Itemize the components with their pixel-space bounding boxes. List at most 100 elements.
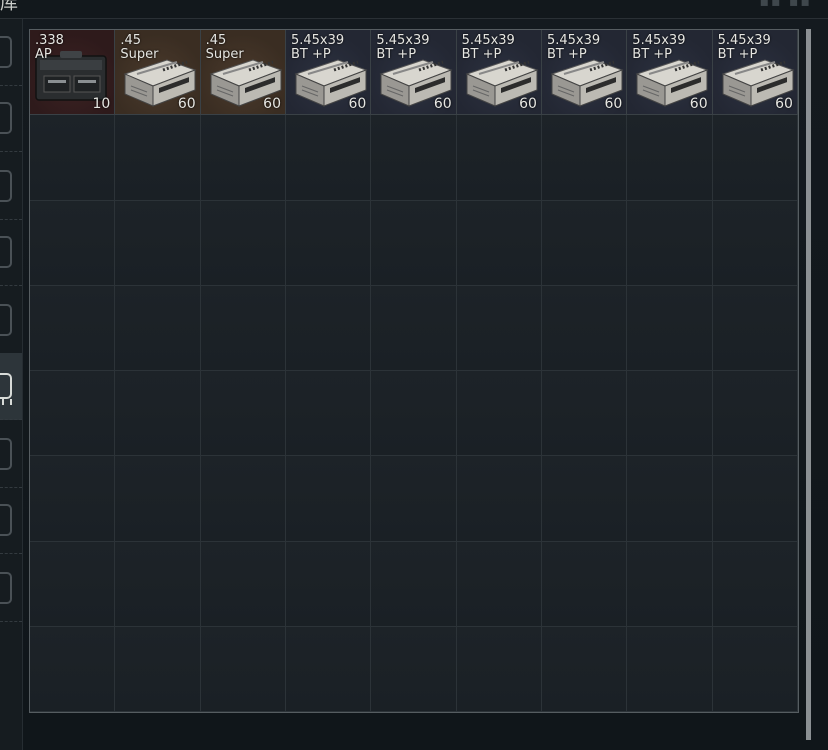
grid-cell[interactable] [712,200,798,286]
grid-cell[interactable] [200,456,286,542]
grid-cell[interactable] [627,626,713,712]
grid-cells [30,30,798,712]
grid-cell[interactable] [285,626,372,712]
sidebar-tab-8[interactable] [0,487,22,554]
grid-cell[interactable] [627,200,713,286]
grid-cell[interactable] [200,626,286,712]
item-count: 60 [519,96,537,112]
grid-cell[interactable] [200,541,286,627]
grid-cell[interactable] [371,456,457,542]
grid-cell[interactable] [30,285,116,371]
item-name: 5.45x39 BT +P [632,33,686,62]
item-row: .338 AP 10 .45 Super 60 .45 Super 60 5.45x3… [30,30,798,115]
grid-cell[interactable] [456,285,542,371]
grid-cell[interactable] [200,115,286,201]
grid-cell[interactable] [115,115,201,201]
grid-cell[interactable] [541,541,628,627]
grid-cell[interactable] [627,456,713,542]
grid-cell[interactable] [371,541,457,627]
stash-item[interactable]: .338 AP 10 [30,30,116,115]
grid-cell[interactable] [371,115,457,201]
grid-cell[interactable] [200,371,286,457]
grid-cell[interactable] [115,626,201,712]
grid-cell[interactable] [371,285,457,371]
item-name: .338 AP [35,33,64,62]
grid-cell[interactable] [541,200,628,286]
stash-item[interactable]: 5.45x39 BT +P 60 [712,30,798,115]
grid-cell[interactable] [541,371,628,457]
category-icon [0,304,12,336]
sidebar-tab-7[interactable] [0,421,22,488]
grid-cell[interactable] [541,285,628,371]
grid-cell[interactable] [285,541,372,627]
stash-item[interactable]: 5.45x39 BT +P 60 [456,30,542,115]
grid-cell[interactable] [712,541,798,627]
grid-cell[interactable] [30,115,116,201]
grid-cell[interactable] [30,456,116,542]
grid-cell[interactable] [712,626,798,712]
grid-cell[interactable] [115,541,201,627]
grid-cell[interactable] [712,371,798,457]
sidebar-tab-5[interactable] [0,287,22,354]
grid-cell[interactable] [30,371,116,457]
grid-cell[interactable] [712,285,798,371]
sidebar-tab-9[interactable] [0,555,22,622]
grid-cell[interactable] [627,115,713,201]
grid-cell[interactable] [115,285,201,371]
grid-cell[interactable] [285,456,372,542]
header-title: 库 [0,0,18,14]
grid-cell[interactable] [541,626,628,712]
grid-cell[interactable] [30,200,116,286]
grid-cell[interactable] [456,371,542,457]
item-name: .45 Super [120,33,159,62]
grid-cell[interactable] [115,200,201,286]
sidebar-tab-3[interactable] [0,153,22,220]
grid-cell[interactable] [200,200,286,286]
category-icon [0,102,12,134]
stash-item[interactable]: .45 Super 60 [200,30,286,115]
grid-cell[interactable] [371,626,457,712]
grid-cell[interactable] [200,285,286,371]
stash-item[interactable]: 5.45x39 BT +P 60 [541,30,628,115]
grid-cell[interactable] [30,541,116,627]
stash-item[interactable]: .45 Super 60 [115,30,201,115]
grid-cell[interactable] [115,371,201,457]
sidebar-tab-2[interactable] [0,85,22,152]
grid-cell[interactable] [456,541,542,627]
grid-cell[interactable] [456,456,542,542]
grid-cell[interactable] [627,285,713,371]
grid-cell[interactable] [541,115,628,201]
item-count: 60 [775,96,793,112]
stash-item[interactable]: 5.45x39 BT +P 60 [627,30,713,115]
category-icon [0,572,12,604]
sidebar-tab-4[interactable] [0,219,22,286]
grid-cell[interactable] [712,456,798,542]
grid-cell[interactable] [285,115,372,201]
stash-item[interactable]: 5.45x39 BT +P 60 [371,30,457,115]
window-controls-icon[interactable]: ▪▪ ▪▪ [760,0,812,10]
grid-cell[interactable] [285,371,372,457]
scrollbar-track[interactable] [806,29,811,740]
grid-cell[interactable] [115,456,201,542]
grid-cell[interactable] [285,285,372,371]
grid-cell[interactable] [371,371,457,457]
grid-cell[interactable] [371,200,457,286]
grid-cell[interactable] [456,115,542,201]
sidebar-tab-1[interactable] [0,19,22,86]
grid-cell[interactable] [30,626,116,712]
category-icon [0,504,12,536]
grid-cell[interactable] [456,626,542,712]
category-icon [0,438,12,470]
sidebar-tab-6[interactable] [0,353,22,420]
scrollbar-thumb[interactable] [806,29,811,740]
grid-cell[interactable] [627,541,713,627]
grid-cell[interactable] [541,456,628,542]
ammo-bars-icon [2,399,12,405]
item-count: 10 [92,96,111,112]
grid-cell[interactable] [627,371,713,457]
grid-cell[interactable] [285,200,372,286]
item-name: 5.45x39 BT +P [290,33,345,62]
stash-item[interactable]: 5.45x39 BT +P 60 [285,30,372,115]
grid-cell[interactable] [456,200,542,286]
grid-cell[interactable] [712,115,798,201]
